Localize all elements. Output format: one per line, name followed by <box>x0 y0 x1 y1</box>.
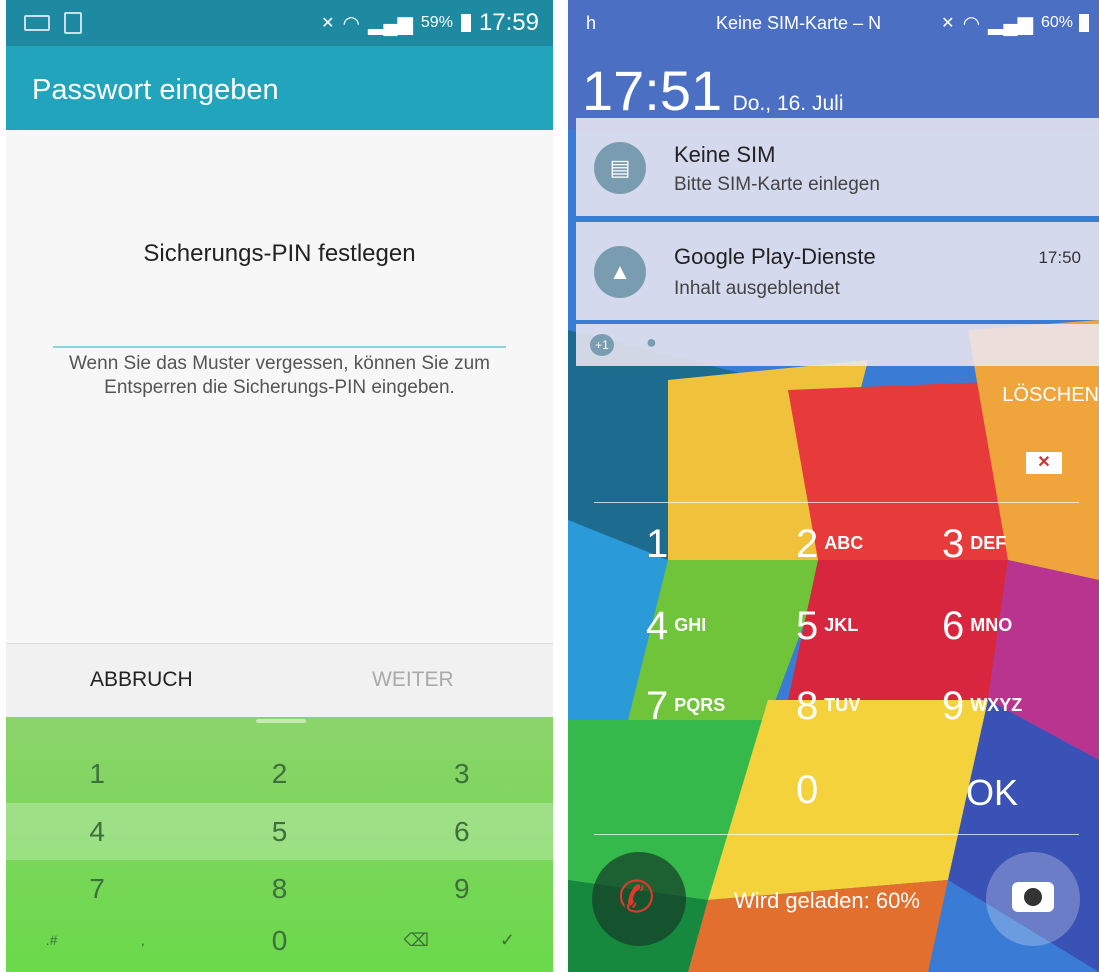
key-4[interactable]: 4 <box>6 803 188 860</box>
sim-missing-icon <box>64 12 82 34</box>
notification-title: Google Play-Dienste <box>674 244 876 269</box>
key-2[interactable]: 2 <box>188 745 370 802</box>
key-symbols[interactable]: .# <box>6 912 97 969</box>
notification-play-services[interactable]: ▲ Google Play-Dienste Inhalt ausgeblende… <box>576 222 1099 320</box>
key-1[interactable]: 1 <box>646 522 674 567</box>
keyboard-row-2: 4 5 6 <box>6 803 553 860</box>
more-notifications-badge: +1 <box>590 334 614 356</box>
next-button[interactable]: WEITER <box>372 668 454 692</box>
left-screen: ✕ ◠ ▂▄▆ 59% 17:59 Passwort eingeben Sich… <box>6 0 553 972</box>
status-left-text: h <box>586 12 597 33</box>
key-6[interactable]: 6 MNO <box>942 604 1012 649</box>
key-3[interactable]: 3 <box>371 745 553 802</box>
key-8[interactable]: 8 <box>188 860 370 917</box>
pin-heading: Sicherungs-PIN festlegen <box>143 240 416 267</box>
charging-status: Wird geladen: 60% <box>734 888 920 913</box>
warning-icon: ▲ <box>594 246 646 298</box>
key-5[interactable]: 5 JKL <box>796 604 858 649</box>
status-bar: ✕ ◠ ▂▄▆ 59% 17:59 <box>6 0 553 46</box>
keyboard-row-1: 1 2 3 <box>6 745 553 802</box>
backspace-icon[interactable]: ⌫ <box>371 912 462 969</box>
phone-icon: ✆ <box>618 873 655 922</box>
key-8[interactable]: 8 TUV <box>796 684 860 729</box>
key-6[interactable]: 6 <box>371 803 553 860</box>
pin-divider <box>594 502 1079 503</box>
button-bar: ABBRUCH WEITER <box>6 643 553 718</box>
carrier-text: Keine SIM-Karte – N <box>716 12 882 33</box>
right-screen: h Keine SIM-Karte – N ✕ ◠ ▂▄▆ 60% 17:51 … <box>568 0 1099 972</box>
app-bar: Passwort eingeben <box>6 46 553 130</box>
keyboard-row-3: 7 8 9 <box>6 860 553 917</box>
pin-hint: Wenn Sie das Muster vergessen, können Si… <box>68 353 491 398</box>
clock-time: 17:51 <box>582 59 723 122</box>
ok-button[interactable]: OK <box>966 772 1018 814</box>
pin-input[interactable] <box>53 346 506 348</box>
status-time: 17:59 <box>478 9 539 36</box>
key-9[interactable]: 9 WXYZ <box>942 684 1022 729</box>
mute-icon: ✕ <box>941 15 955 32</box>
keyboard-icon <box>24 15 50 31</box>
notification-no-sim[interactable]: ▤ Keine SIM Bitte SIM-Karte einlegen <box>576 118 1099 216</box>
wifi-icon: ◠ <box>342 12 360 35</box>
clock-date: Do., 16. Juli <box>732 92 844 115</box>
backspace-icon[interactable]: ✕ <box>1026 452 1062 474</box>
signal-icon: ▂▄▆ <box>367 12 413 35</box>
battery-icon <box>1079 14 1089 32</box>
keyboard-row-4: .# , 0 ⌫ ✓ <box>6 912 553 969</box>
mute-icon: ✕ <box>321 15 335 32</box>
battery-percent: 59% <box>420 14 453 31</box>
key-5[interactable]: 5 <box>188 803 370 860</box>
keyboard-handle[interactable] <box>256 719 306 723</box>
cancel-button[interactable]: ABBRUCH <box>90 668 193 692</box>
notification-title: Keine SIM <box>674 142 776 167</box>
page-title: Passwort eingeben <box>32 74 279 106</box>
location-icon: ● <box>646 332 657 352</box>
key-0[interactable]: 0 <box>188 912 370 969</box>
key-comma[interactable]: , <box>97 912 188 969</box>
numeric-keyboard: 1 2 3 4 5 6 7 8 9 .# , 0 ⌫ ✓ <box>6 717 553 972</box>
battery-percent: 60% <box>1040 14 1073 31</box>
notification-time: 17:50 <box>1038 248 1081 267</box>
lock-clock: 17:51 Do., 16. Juli <box>582 58 843 123</box>
key-0[interactable]: 0 <box>796 768 818 813</box>
check-icon[interactable]: ✓ <box>462 912 553 969</box>
phone-shortcut[interactable]: ✆ <box>592 852 686 946</box>
notification-overflow[interactable]: +1 ● <box>576 324 1099 366</box>
wifi-icon: ◠ <box>962 12 981 35</box>
notification-subtitle: Inhalt ausgeblendet <box>674 278 840 299</box>
bottom-divider <box>594 834 1079 835</box>
key-9[interactable]: 9 <box>371 860 553 917</box>
camera-icon <box>1012 882 1054 912</box>
key-7[interactable]: 7 <box>6 860 188 917</box>
key-2[interactable]: 2 ABC <box>796 522 863 567</box>
key-4[interactable]: 4 GHI <box>646 604 706 649</box>
notification-subtitle: Bitte SIM-Karte einlegen <box>674 174 880 195</box>
key-7[interactable]: 7 PQRS <box>646 684 725 729</box>
sim-icon: ▤ <box>594 142 646 194</box>
key-1[interactable]: 1 <box>6 745 188 802</box>
signal-icon: ▂▄▆ <box>988 12 1033 35</box>
clear-button[interactable]: LÖSCHEN <box>1002 384 1099 407</box>
status-bar: h Keine SIM-Karte – N ✕ ◠ ▂▄▆ 60% <box>568 0 1099 46</box>
key-3[interactable]: 3 DEF <box>942 522 1006 567</box>
camera-shortcut[interactable] <box>986 852 1080 946</box>
battery-icon <box>460 14 471 32</box>
